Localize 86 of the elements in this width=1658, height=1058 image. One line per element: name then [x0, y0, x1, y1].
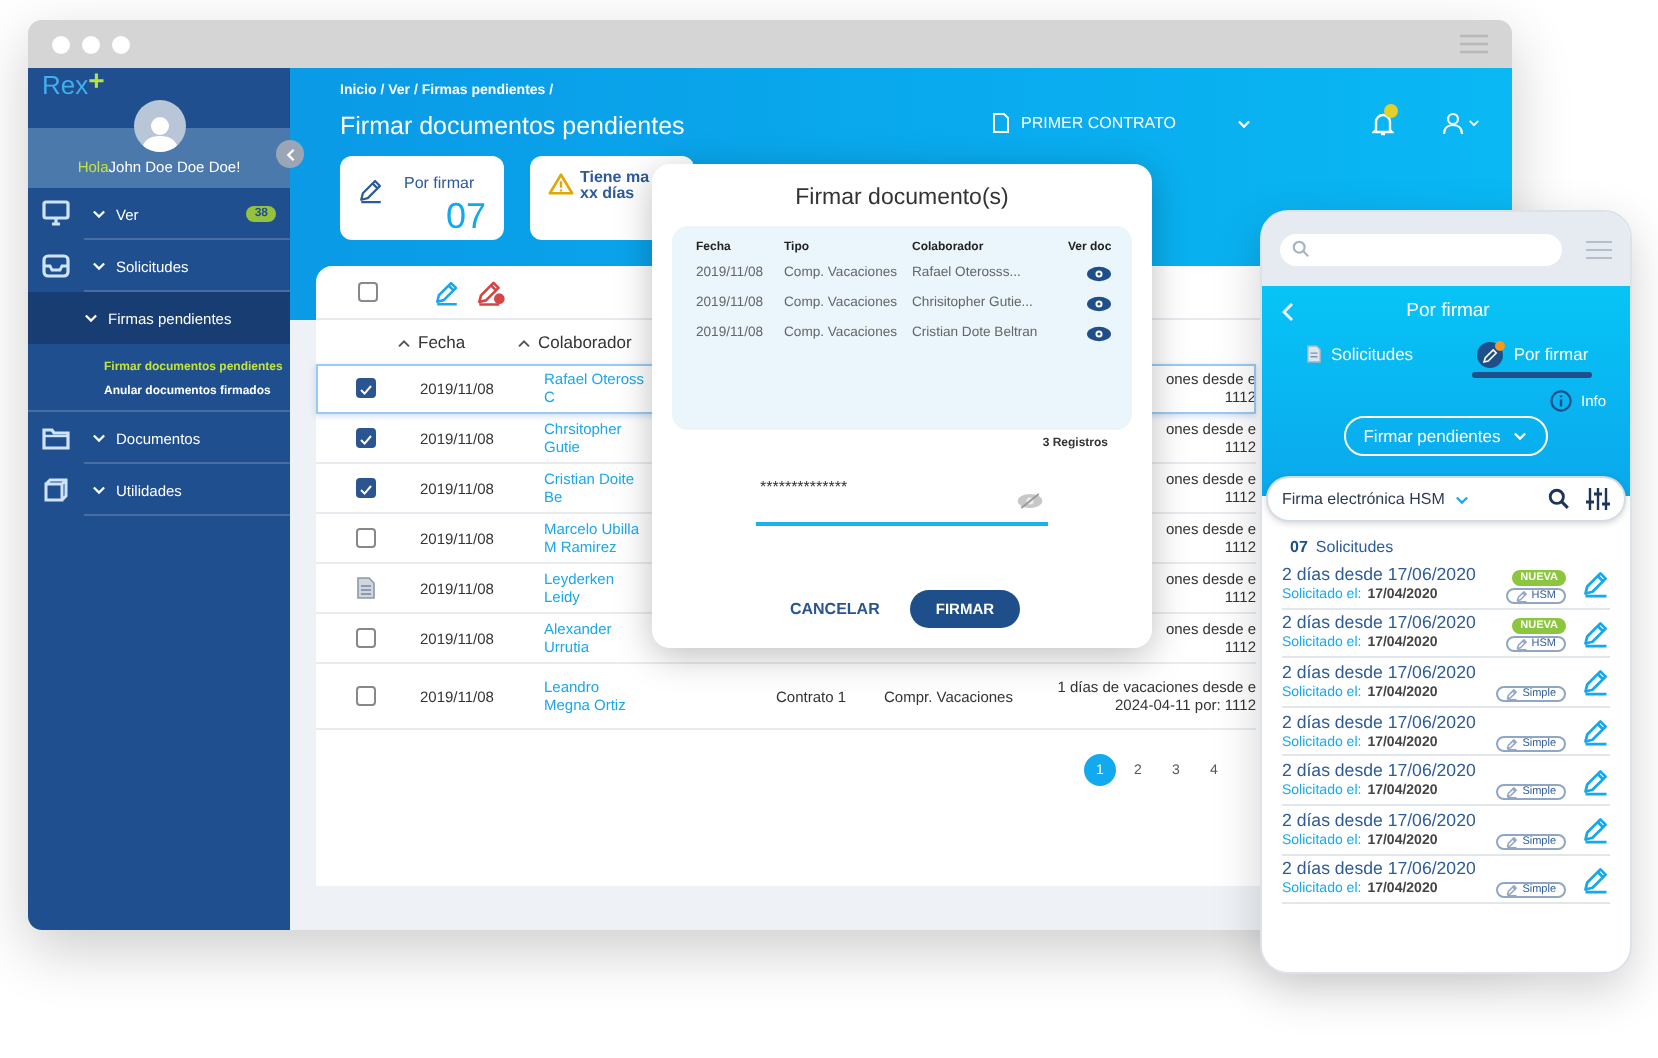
- request-title: 2 días desde 17/06/2020: [1282, 661, 1478, 684]
- document-icon: [1306, 344, 1323, 364]
- password-field[interactable]: **************: [756, 474, 1048, 526]
- search-field[interactable]: [1280, 233, 1562, 265]
- pen-icon: [1506, 737, 1519, 750]
- check-icon: [358, 381, 374, 395]
- view-icon[interactable]: [1085, 266, 1111, 282]
- bell-icon: [1372, 111, 1394, 135]
- request-title: 2 días desde 17/06/2020: [1282, 612, 1478, 635]
- request-title: 2 días desde 17/06/2020: [1282, 760, 1478, 783]
- pen-icon[interactable]: [1582, 666, 1610, 697]
- pen-icon: [1515, 589, 1528, 602]
- pen-dot-icon[interactable]: [476, 278, 506, 306]
- row-checkbox[interactable]: [356, 628, 376, 648]
- row-checkbox[interactable]: [356, 378, 376, 398]
- logo: Rex+: [40, 68, 107, 100]
- chevron-icon: [285, 147, 295, 161]
- cancel-button[interactable]: CANCELAR: [783, 594, 886, 624]
- chevron-icon: [84, 312, 98, 324]
- chevron-icon: [92, 432, 106, 444]
- stat-detail: xx días: [580, 186, 637, 202]
- request-title: 2 días desde 17/06/2020: [1282, 563, 1478, 586]
- pen-icon[interactable]: [1582, 765, 1610, 796]
- pen-icon: [1506, 786, 1519, 799]
- chevron-icon: [92, 260, 106, 272]
- pen-badge-icon: [1475, 340, 1506, 368]
- signature-type-select[interactable]: Firma electrónica HSM: [1282, 490, 1528, 508]
- view-icon[interactable]: [1085, 326, 1111, 342]
- pen-icon: [1506, 884, 1519, 897]
- eye-slash-icon[interactable]: [1016, 492, 1044, 510]
- row-checkbox[interactable]: [356, 528, 376, 548]
- check-icon: [358, 431, 374, 445]
- chevron-icon: [1512, 430, 1529, 442]
- sort-icon: [396, 337, 412, 347]
- pen-icon[interactable]: [1582, 814, 1610, 845]
- sliders-icon[interactable]: [1586, 488, 1610, 510]
- row-checkbox[interactable]: [356, 686, 376, 706]
- pen-icon: [1506, 835, 1519, 848]
- chevron-icon: [1236, 117, 1252, 129]
- dialog-title: Firmar documento(s): [793, 186, 1011, 210]
- chevron-icon: [92, 484, 106, 496]
- user-menu[interactable]: [1442, 112, 1480, 134]
- screen-title: Por firmar: [1404, 300, 1492, 322]
- page-title: Firmar documentos pendientes: [340, 112, 685, 140]
- user-icon: [1442, 112, 1464, 134]
- pen-icon: [358, 176, 384, 204]
- inbox-icon: [42, 252, 70, 280]
- back-icon[interactable]: [1282, 301, 1294, 321]
- search-icon: [1292, 240, 1310, 258]
- stat-label: Tiene ma: [580, 170, 650, 186]
- info-icon[interactable]: [1550, 390, 1573, 412]
- notification-dot: [1384, 103, 1398, 117]
- select-all-checkbox[interactable]: [358, 282, 378, 302]
- row-checkbox[interactable]: [356, 478, 376, 498]
- folder-icon: [42, 424, 70, 452]
- request-title: 2 días desde 17/06/2020: [1282, 858, 1478, 881]
- document-icon: [356, 576, 376, 600]
- chevron-icon: [1454, 493, 1471, 505]
- pen-icon: [1515, 638, 1528, 651]
- view-icon[interactable]: [1085, 296, 1111, 312]
- monitor-icon: [42, 200, 70, 228]
- pen-icon[interactable]: [1582, 568, 1610, 599]
- stat-value: 07: [443, 196, 486, 238]
- window-control-dot: [52, 35, 70, 53]
- sort-icon: [516, 337, 532, 347]
- person-icon: [139, 112, 179, 152]
- count-label: Solicitudes: [1315, 538, 1394, 556]
- chevron-icon: [92, 208, 106, 220]
- pen-icon[interactable]: [1582, 863, 1610, 894]
- pen-icon[interactable]: [434, 278, 460, 306]
- pen-icon[interactable]: [1582, 617, 1610, 648]
- box-icon: [42, 476, 70, 504]
- row-checkbox[interactable]: [356, 428, 376, 448]
- request-title: 2 días desde 17/06/2020: [1282, 809, 1478, 832]
- request-title: 2 días desde 17/06/2020: [1282, 711, 1478, 734]
- chevron-icon: [1468, 118, 1480, 128]
- request-count: 07: [1290, 538, 1308, 556]
- window-control-dot: [112, 35, 130, 53]
- pen-icon: [1506, 687, 1519, 700]
- window-control-dot: [82, 35, 100, 53]
- stat-label: Por firmar: [404, 174, 477, 192]
- check-icon: [358, 481, 374, 495]
- document-icon: [991, 112, 1010, 134]
- warning-icon: [548, 172, 574, 196]
- search-icon[interactable]: [1548, 488, 1570, 510]
- pen-icon[interactable]: [1582, 716, 1610, 747]
